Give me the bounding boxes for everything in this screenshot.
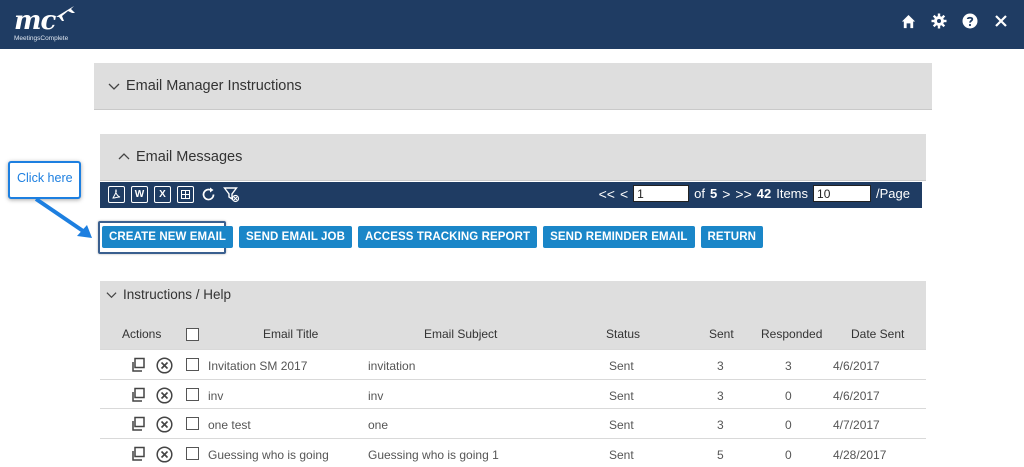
items-label: Items [776,186,809,201]
table-row[interactable]: Guessing who is going Guessing who is go… [100,437,926,467]
email-manager-instructions-panel[interactable]: Email Manager Instructions [94,63,932,110]
previous-page-button[interactable]: < [620,186,628,202]
status-cell: Sent [609,418,634,432]
sent-cell: 3 [717,359,724,373]
help-icon[interactable] [961,12,979,30]
row-checkbox[interactable] [186,358,199,371]
chevron-down-icon [108,83,120,90]
email-messages-table: Actions Email Title Email Subject Status… [100,308,926,467]
chevron-up-icon [118,153,130,160]
table-header: Actions Email Title Email Subject Status… [100,308,926,349]
meetingscomplete-logo[interactable]: mc MeetingsComplete [12,4,82,46]
actions-header: Actions [122,327,162,341]
per-page-label: /Page [876,186,910,201]
excel-icon[interactable]: X [154,186,171,203]
responded-cell: 3 [785,359,792,373]
delete-icon[interactable] [156,445,173,463]
page-number-input[interactable] [633,185,690,202]
gear-icon[interactable] [930,12,948,30]
responded-cell: 0 [785,447,792,462]
sent-cell: 5 [717,447,724,462]
airplane-icon [56,6,75,21]
sent-header[interactable]: Sent [709,327,734,341]
top-navigation-bar: mc MeetingsComplete [0,0,1024,49]
home-icon[interactable] [899,12,917,30]
logo-text: MeetingsComplete [14,35,69,42]
callout-text: Click here [17,171,73,185]
action-button-row: CREATE NEW EMAIL SEND EMAIL JOB ACCESS T… [102,226,764,248]
export-icon-group: W X [108,186,240,203]
instructions-help-panel[interactable]: Instructions / Help [100,281,926,308]
grid-toolbar: W X << < of 5 > >> 42 Items /Page [100,182,922,208]
row-checkbox[interactable] [186,446,199,460]
copy-icon[interactable] [130,387,146,403]
chevron-down-icon [106,292,117,299]
sent-cell: 3 [717,388,724,403]
status-cell: Sent [609,359,634,373]
delete-icon[interactable] [156,386,173,404]
total-pages: 5 [709,186,718,201]
word-icon[interactable]: W [131,186,148,203]
email-title-cell: Invitation SM 2017 [208,359,308,373]
select-all-checkbox[interactable] [186,328,199,341]
copy-icon[interactable] [130,446,146,462]
next-page-button[interactable]: > [722,186,730,202]
send-email-job-button[interactable]: SEND EMAIL JOB [239,226,352,248]
csv-icon[interactable] [177,186,194,203]
panel-title: Email Manager Instructions [126,78,302,94]
email-subject-header[interactable]: Email Subject [424,327,497,341]
date-sent-header[interactable]: Date Sent [851,327,904,341]
date-sent-cell: 4/6/2017 [833,359,880,373]
page-of-label: of [694,186,705,201]
panel-title: Email Messages [136,149,243,165]
status-cell: Sent [609,447,634,462]
click-here-callout: Click here [8,161,81,199]
email-title-cell: inv [208,388,224,403]
logo-mark: mc [14,6,56,36]
items-count: 42 [756,186,772,201]
clear-filter-icon[interactable] [223,186,240,203]
email-subject-cell: invitation [368,359,416,373]
access-tracking-report-button[interactable]: ACCESS TRACKING REPORT [358,226,538,248]
email-title-header[interactable]: Email Title [263,327,318,341]
panel-title: Instructions / Help [123,287,232,302]
page-size-input[interactable] [813,185,872,202]
pager: << < of 5 > >> 42 Items /Page [599,185,910,202]
pdf-icon[interactable] [108,186,125,203]
last-page-button[interactable]: >> [735,186,751,202]
responded-header[interactable]: Responded [761,327,822,341]
date-sent-cell: 4/28/2017 [833,447,887,462]
responded-cell: 0 [785,418,792,432]
email-subject-cell: Guessing who is going 1 [368,447,499,462]
email-messages-panel[interactable]: Email Messages [100,134,926,181]
email-subject-cell: one [368,418,389,432]
sent-cell: 3 [717,418,724,432]
table-row[interactable]: one test one Sent 3 0 4/7/2017 [100,408,926,438]
copy-icon[interactable] [130,416,146,432]
top-icon-group [899,12,1010,30]
close-icon[interactable] [992,12,1010,30]
callout-arrow-icon [34,197,92,238]
date-sent-cell: 4/6/2017 [833,388,880,403]
delete-icon[interactable] [156,416,173,433]
email-title-cell: Guessing who is going [208,447,329,462]
email-subject-cell: inv [368,388,384,403]
responded-cell: 0 [785,388,792,403]
first-page-button[interactable]: << [599,186,615,202]
row-checkbox[interactable] [186,417,199,430]
delete-icon[interactable] [156,357,173,374]
refresh-icon[interactable] [200,186,217,203]
copy-icon[interactable] [130,357,146,373]
email-title-cell: one test [208,418,251,432]
date-sent-cell: 4/7/2017 [833,418,880,432]
create-new-email-button[interactable]: CREATE NEW EMAIL [102,226,234,248]
status-header[interactable]: Status [606,327,640,341]
table-row[interactable]: Invitation SM 2017 invitation Sent 3 3 4… [100,349,926,379]
send-reminder-email-button[interactable]: SEND REMINDER EMAIL [543,226,695,248]
return-button[interactable]: RETURN [700,226,764,248]
status-cell: Sent [609,388,634,403]
table-row[interactable]: inv inv Sent 3 0 4/6/2017 [100,378,926,408]
row-checkbox[interactable] [186,387,199,401]
